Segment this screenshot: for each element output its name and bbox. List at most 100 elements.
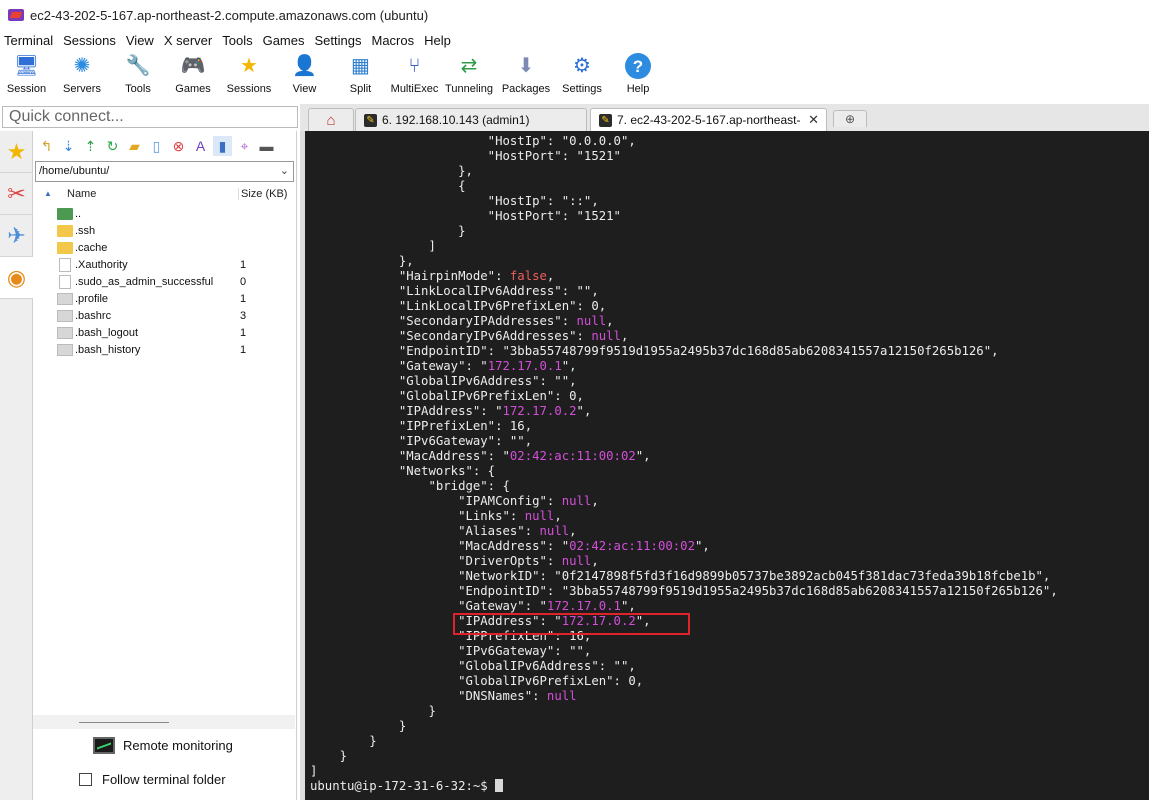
help-icon: ? [625,53,651,79]
terminal-line: "DriverOpts": null, [310,554,1149,569]
menu-sessions[interactable]: Sessions [58,33,121,48]
file-list: .. .ssh .cache .Xauthority 1 .sudo_as_admin_s… [33,206,295,359]
terminal-text: null [561,494,592,508]
menu-tools[interactable]: Tools [217,33,257,48]
menu-x-server[interactable]: X server [159,33,217,48]
help-toolbar-button[interactable]: ? Help [610,50,666,104]
tab-session-6[interactable]: ✎ 6. 192.168.10.143 (admin1) [355,108,587,131]
session-toolbar-button[interactable]: 🖥 Session [0,50,53,104]
terminal-line: }, [310,164,1149,179]
terminal-text: "IPAMConfig": [310,494,562,508]
toolbar-button-label: Games [175,83,211,95]
multiexec-toolbar-button[interactable]: ⑂ MultiExec [389,50,440,104]
terminal-text: , [620,329,629,343]
file-icon [57,327,73,339]
terminal-line: "HairpinMode": false, [310,269,1149,284]
column-name[interactable]: Name [67,188,96,200]
file-row[interactable]: .cache [33,240,295,257]
upload-icon[interactable]: ⇡ [81,136,100,156]
terminal-icon[interactable]: ▬ [257,136,276,156]
terminal-line: "IPv6Gateway": "", [310,644,1149,659]
terminal-line: "Links": null, [310,509,1149,524]
view-toolbar-button[interactable]: 👤 View [277,50,332,104]
file-icon [59,275,71,289]
terminal-prompt-line[interactable]: ubuntu@ip-172-31-6-32:~$ [310,779,1149,794]
column-size[interactable]: Size (KB) [238,188,287,200]
split-toolbar-button[interactable]: ▦ Split [332,50,389,104]
terminal-line: } [310,719,1149,734]
home-tab[interactable]: ⌂ [308,108,354,131]
menu-games[interactable]: Games [258,33,310,48]
terminal-line: "NetworkID": "0f2147898f5fd3f16d9899b057… [310,569,1149,584]
toggle-hidden-icon[interactable]: ▮ [213,136,232,156]
terminal-text: "IPAddress": " [310,614,562,628]
delete-icon[interactable]: ⊗ [169,136,188,156]
new-tab-button[interactable]: ⊕ [833,110,867,127]
servers-toolbar-button[interactable]: ✺ Servers [53,50,111,104]
permissions-icon[interactable]: ⌖ [235,136,254,156]
file-row[interactable]: .Xauthority 1 [33,257,295,274]
file-row[interactable]: .. [33,206,295,223]
games-toolbar-button[interactable]: 🎮 Games [165,50,221,104]
menu-view[interactable]: View [121,33,159,48]
sessions-star-icon[interactable]: ★ [0,131,33,173]
tunneling-toolbar-button[interactable]: ⇄ Tunneling [440,50,498,104]
menu-macros[interactable]: Macros [366,33,419,48]
terminal-text: , [591,554,599,568]
terminal-line: "HostPort": "1521" [310,209,1149,224]
terminal-text: } [310,719,407,733]
title-bar: ec2-43-202-5-167.ap-northeast-2.compute.… [0,0,1149,30]
menu-help[interactable]: Help [419,33,456,48]
mobaxterm-window: ec2-43-202-5-167.ap-northeast-2.compute.… [0,0,1149,800]
shell-prompt: ubuntu@ip-172-31-6-32:~$ [310,779,496,793]
download-icon[interactable]: ⇣ [59,136,78,156]
new-folder-icon[interactable]: ▰ [125,136,144,156]
chevron-down-icon[interactable]: ⌄ [280,162,289,181]
rename-icon[interactable]: A [191,136,210,156]
remote-monitoring-button[interactable]: Remote monitoring [93,737,233,754]
follow-terminal-folder[interactable]: Follow terminal folder [79,772,226,787]
parent-folder-icon[interactable]: ↰ [37,136,56,156]
terminal-text: ", [635,449,651,463]
file-row[interactable]: .bash_history 1 [33,342,295,359]
terminal-line: "HostIp": "::", [310,194,1149,209]
file-size: 0 [240,276,247,288]
plus-icon: ⊕ [844,112,856,126]
quick-connect-input[interactable]: Quick connect... [2,106,298,128]
terminal-pane[interactable]: "HostIp": "0.0.0.0", "HostPort": "1521" … [300,131,1149,800]
path-input[interactable]: /home/ubuntu/ ⌄ [35,161,294,182]
terminal-output[interactable]: "HostIp": "0.0.0.0", "HostPort": "1521" … [310,134,1149,798]
close-tab-icon[interactable]: ✕ [808,112,819,128]
follow-folder-checkbox[interactable] [79,773,92,786]
packages-toolbar-button[interactable]: ⬇ Packages [498,50,554,104]
tools-icon[interactable]: ✂ [0,173,33,215]
menu-terminal[interactable]: Terminal [0,33,58,48]
terminal-line: "IPPrefixLen": 16, [310,419,1149,434]
file-row[interactable]: .sudo_as_admin_successful 0 [33,274,295,291]
terminal-line: "Networks": { [310,464,1149,479]
file-row[interactable]: .profile 1 [33,291,295,308]
macros-icon[interactable]: ✈ [0,215,33,257]
file-row[interactable]: .bashrc 3 [33,308,295,325]
terminal-line: "IPAddress": "172.17.0.2", [310,614,1149,629]
refresh-icon[interactable]: ↻ [103,136,122,156]
terminal-text: "LinkLocalIPv6Address": "", [310,284,599,298]
menu-settings[interactable]: Settings [310,33,367,48]
gear-icon: ⚙ [573,55,591,77]
toolbar-button-label: Servers [63,83,101,95]
settings-toolbar-button[interactable]: ⚙ Settings [554,50,610,104]
sort-asc-icon[interactable]: ▲ [44,189,52,198]
panel-splitter[interactable] [33,715,295,729]
tab-session-7[interactable]: ✎ 7. ec2-43-202-5-167.ap-northeast- ✕ [590,108,827,131]
sessions-toolbar-button[interactable]: ★ Sessions [221,50,277,104]
terminal-text: "LinkLocalIPv6PrefixLen": 0, [310,299,607,313]
tools-toolbar-button[interactable]: 🔧 Tools [111,50,165,104]
terminal-line: "Aliases": null, [310,524,1149,539]
side-tabs: ★ ✂ ✈ ◉ [0,131,33,800]
terminal-text: "Gateway": " [310,359,488,373]
split-icon: ▦ [351,55,370,77]
new-file-icon[interactable]: ▯ [147,136,166,156]
sftp-icon[interactable]: ◉ [0,257,33,299]
file-row[interactable]: .bash_logout 1 [33,325,295,342]
file-row[interactable]: .ssh [33,223,295,240]
